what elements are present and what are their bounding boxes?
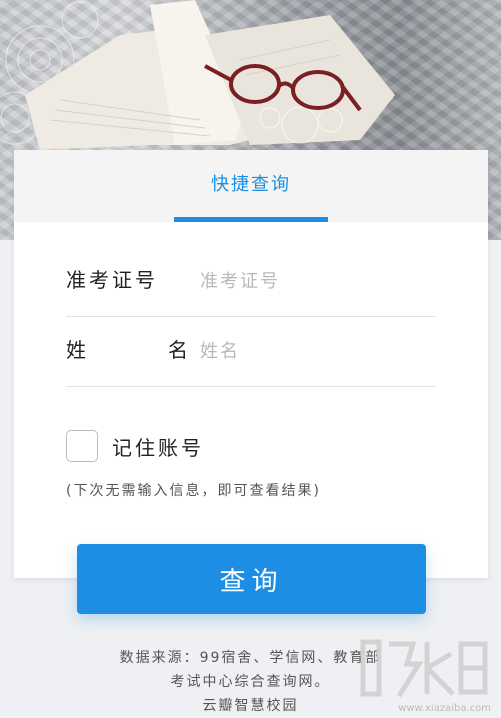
- remember-hint: (下次无需输入信息，即可查看结果): [66, 483, 321, 499]
- query-button-label: 查询: [219, 566, 284, 597]
- name-label-right: 名: [168, 338, 188, 362]
- tab-label: 快捷查询: [211, 174, 291, 195]
- tab-bar: 快捷查询: [14, 150, 488, 222]
- name-label: 姓 名: [66, 334, 188, 363]
- name-input[interactable]: [198, 328, 432, 374]
- query-card: 快捷查询 准考证号 姓 名 记住账号 (下次无需输入信息，即可查看结果): [14, 150, 488, 578]
- name-label-left: 姓: [66, 338, 86, 362]
- query-button[interactable]: 查询: [77, 544, 426, 614]
- remember-label: 记住账号: [112, 435, 204, 460]
- remember-account-toggle[interactable]: 记住账号: [66, 428, 204, 464]
- name-row: 姓 名: [66, 316, 436, 387]
- watermark-icon: [360, 639, 488, 698]
- remember-checkbox[interactable]: [66, 430, 98, 462]
- exam-number-input[interactable]: [198, 258, 432, 304]
- exam-number-label: 准考证号: [66, 268, 158, 292]
- tab-quick-query[interactable]: 快捷查询: [174, 172, 328, 222]
- watermark-url: www.xiazaiba.com: [398, 703, 491, 714]
- exam-number-row: 准考证号: [66, 246, 436, 317]
- watermark-logo: www.xiazaiba.com: [353, 624, 493, 714]
- active-tab-indicator: [174, 217, 328, 222]
